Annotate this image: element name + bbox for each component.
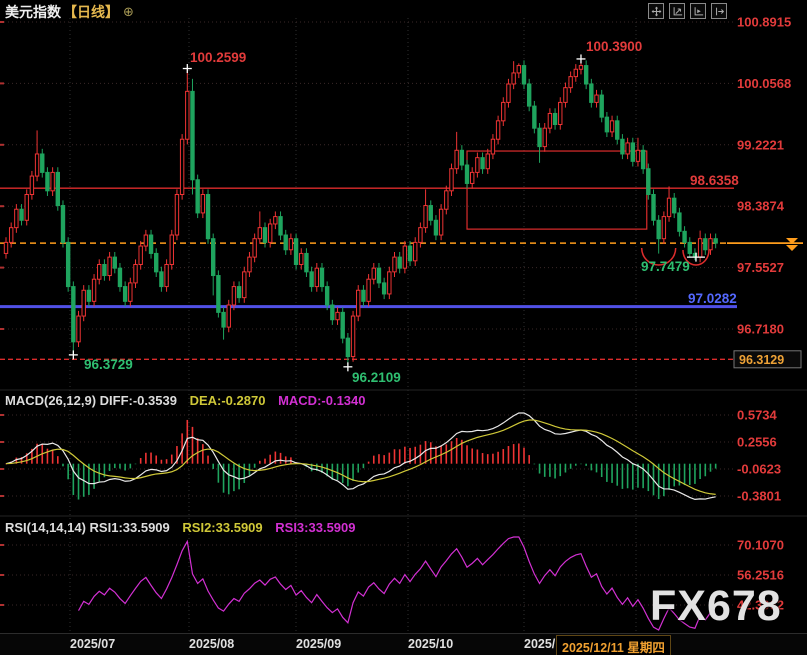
chart-canvas[interactable]: 96.3129 100.2599 100.3900 96.3729 96.2109 97… (0, 0, 807, 655)
time-axis[interactable]: 2025/07 2025/08 2025/09 2025/10 2025/ 2025/1… (0, 633, 807, 655)
rsi3-label: RSI3:33.5909 (275, 520, 355, 535)
y-axis-label: 97.5527 (737, 260, 784, 275)
x-axis-label: 2025/09 (296, 637, 341, 651)
y-axis-label: 100.8915 (737, 15, 791, 30)
x-axis-label: 2025/08 (189, 637, 234, 651)
rsi-layer (79, 537, 716, 630)
crosshair-move-icon[interactable] (648, 3, 664, 19)
go-latest-icon[interactable] (711, 3, 727, 19)
candles-layer (4, 59, 717, 367)
chart-window: 美元指数 【日线】 ⊕ 96.3129 (0, 0, 807, 655)
y-axis-label: 0.2556 (737, 435, 777, 450)
y-axis-label: 0.5734 (737, 408, 778, 423)
y-axis-label: 99.2221 (737, 137, 784, 152)
price-marker-arrow-icon (786, 245, 798, 251)
symbol-name: 美元指数 (5, 2, 61, 22)
rsi-params-label: RSI(14,14,14) RSI1:33.5909 (5, 520, 170, 535)
axis-labels-layer: 100.8915 100.0568 99.2221 98.3874 97.5527 96.… (737, 15, 791, 613)
gridlines (0, 18, 807, 632)
rsi-indicator-row: RSI(14,14,14) RSI1:33.5909 RSI2:33.5909 … (5, 520, 365, 535)
price-annotation: 98.6358 (690, 173, 739, 188)
macd-params-label: MACD(26,12,9) DIFF:-0.3539 (5, 393, 177, 408)
y-axis-label: 96.7180 (737, 322, 784, 337)
price-annotation: 100.3900 (586, 39, 642, 54)
y-axis-label: 70.1070 (737, 538, 784, 553)
y-axis-label: 56.2516 (737, 568, 784, 583)
x-axis-label: 2025/10 (408, 637, 453, 651)
chart-title: 美元指数 【日线】 ⊕ (5, 2, 134, 22)
svg-text:96.3129: 96.3129 (739, 353, 784, 367)
crosshair-date-label: 2025/12/11 星期四 (556, 635, 671, 655)
macd-layer (5, 413, 716, 500)
price-annotation: 96.3729 (84, 357, 133, 372)
axis-zoom-icon[interactable] (669, 3, 685, 19)
timeframe-label: 【日线】 (63, 2, 119, 22)
y-axis-label: -0.3801 (737, 489, 781, 504)
axis-pan-icon[interactable] (690, 3, 706, 19)
price-marker-arrow-icon (786, 238, 798, 244)
rsi2-label: RSI2:33.5909 (182, 520, 262, 535)
add-indicator-icon[interactable]: ⊕ (123, 4, 134, 20)
price-annotation: 96.2109 (352, 370, 401, 385)
price-annotation: 97.0282 (688, 291, 737, 306)
price-annotation: 97.7479 (641, 259, 690, 274)
chart-toolbar (648, 3, 727, 19)
x-axis-label: 2025/ (524, 637, 555, 651)
macd-indicator-row: MACD(26,12,9) DIFF:-0.3539 DEA:-0.2870 M… (5, 393, 375, 408)
macd-macd-label: MACD:-0.1340 (278, 393, 365, 408)
y-axis-label: -0.0623 (737, 462, 781, 477)
x-axis-label: 2025/07 (70, 637, 115, 651)
price-annotation: 100.2599 (190, 50, 246, 65)
y-axis-label: 98.3874 (737, 199, 785, 214)
fx678-watermark: FX678 (650, 582, 782, 631)
macd-dea-label: DEA:-0.2870 (190, 393, 266, 408)
annotations-layer: 100.2599 100.3900 96.3729 96.2109 97.7479 98.… (69, 39, 739, 385)
y-axis-label: 100.0568 (737, 76, 791, 91)
